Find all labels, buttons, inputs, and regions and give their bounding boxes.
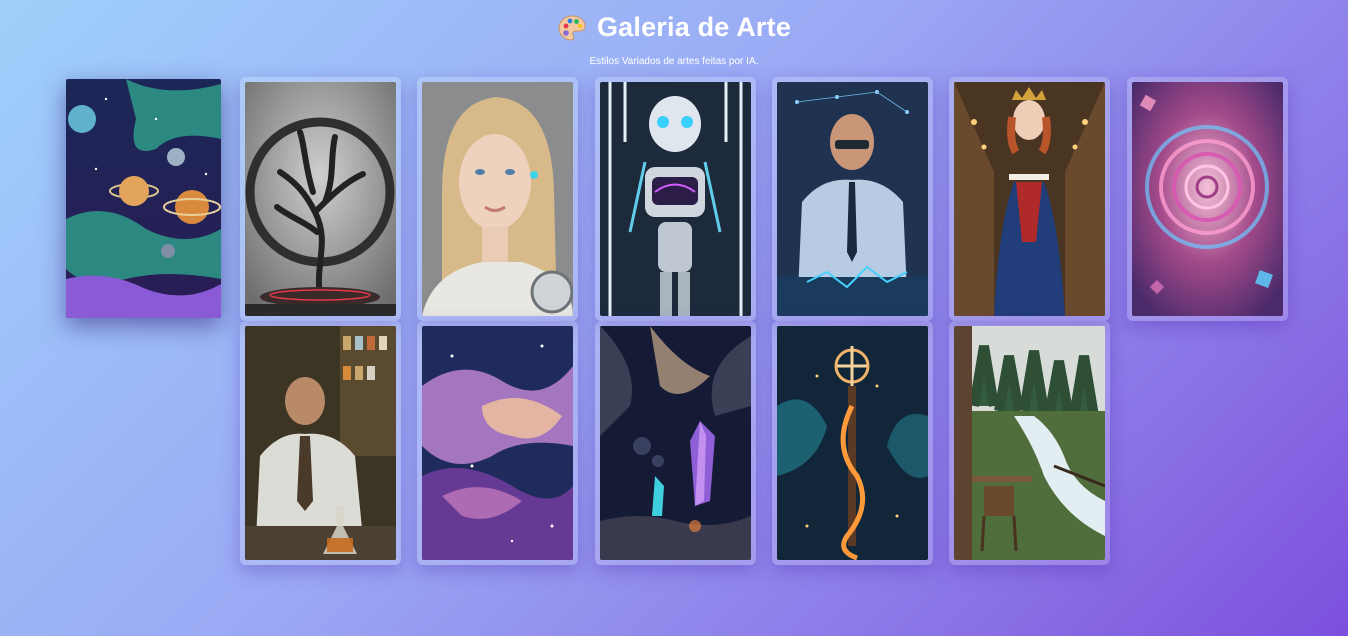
art-dark-tree-circle bbox=[245, 82, 396, 316]
gallery-item-queen[interactable] bbox=[949, 77, 1110, 321]
gallery-item-scientist[interactable] bbox=[240, 321, 401, 565]
gallery-grid bbox=[0, 0, 1348, 636]
art-mystic-staff-fire bbox=[777, 326, 928, 560]
gallery-item-fractal[interactable] bbox=[1127, 77, 1288, 321]
gallery-item-robot[interactable] bbox=[595, 77, 756, 321]
gallery-item-crystals[interactable] bbox=[595, 321, 756, 565]
art-blonde-android-woman bbox=[422, 82, 573, 316]
art-queen-in-palace bbox=[954, 82, 1105, 316]
gallery-item-android-woman[interactable] bbox=[417, 77, 578, 321]
art-crystals-asteroids bbox=[600, 326, 751, 560]
art-forest-river-balcony bbox=[954, 326, 1105, 560]
art-planets-space bbox=[66, 79, 221, 318]
gallery-item-forest-river[interactable] bbox=[949, 321, 1110, 565]
art-man-with-glasses-holograms bbox=[777, 82, 928, 316]
gallery-item-man-holograms[interactable] bbox=[772, 77, 933, 321]
art-fractal-spiral bbox=[1132, 82, 1283, 316]
gallery-item-staff[interactable] bbox=[772, 321, 933, 565]
art-purple-nebula bbox=[422, 326, 573, 560]
gallery-item-nebula[interactable] bbox=[417, 321, 578, 565]
art-scientist-laboratory bbox=[245, 326, 396, 560]
gallery-item-planets[interactable] bbox=[66, 79, 221, 318]
art-humanoid-robot bbox=[600, 82, 751, 316]
gallery-item-tree[interactable] bbox=[240, 77, 401, 321]
